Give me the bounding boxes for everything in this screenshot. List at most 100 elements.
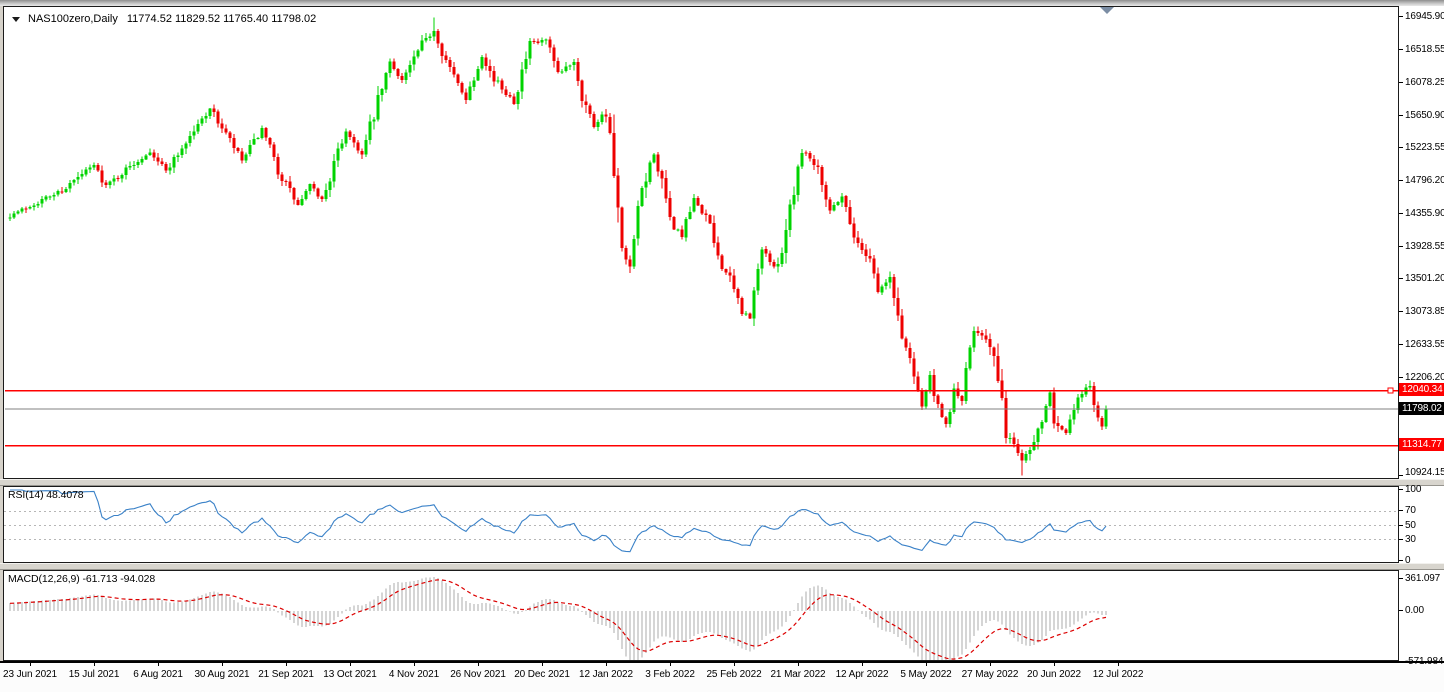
pane-separator[interactable] (0, 479, 1444, 486)
bear-candle (465, 93, 468, 100)
bull-candle (169, 167, 172, 170)
rsi-tick-label: 0 (1405, 555, 1410, 566)
line-drag-handle[interactable] (1388, 388, 1393, 393)
bull-candle (781, 253, 784, 264)
bear-candle (577, 62, 580, 81)
bear-candle (533, 41, 536, 42)
bull-candle (633, 239, 636, 267)
bear-candle (717, 243, 720, 256)
bear-candle (1093, 386, 1096, 405)
bull-candle (33, 206, 36, 208)
bull-candle (305, 191, 308, 199)
bull-candle (889, 277, 892, 283)
bull-candle (341, 144, 344, 149)
rsi-axis-tick (1399, 525, 1403, 526)
bull-candle (57, 191, 60, 195)
bear-candle (729, 273, 732, 276)
chart-shift-marker-icon[interactable] (1100, 7, 1114, 14)
price-axis-tick (1399, 246, 1403, 247)
bull-candle (205, 116, 208, 118)
date-axis-tick (414, 663, 415, 666)
hline-price-label[interactable]: 12040.34 (1399, 383, 1444, 396)
bear-candle (989, 339, 992, 347)
pane-separator[interactable] (0, 563, 1444, 570)
date-axis-tick (990, 663, 991, 666)
bear-candle (765, 249, 768, 253)
date-axis-tick (1118, 663, 1119, 666)
bear-candle (661, 171, 664, 178)
bear-candle (981, 333, 984, 335)
bull-candle (65, 189, 68, 192)
price-tick-label: 13928.55 (1405, 241, 1444, 252)
price-axis[interactable]: 16945.9016518.5516078.2515650.9015223.55… (1399, 0, 1444, 692)
date-axis-tick (30, 663, 31, 666)
price-tick-label: 13501.20 (1405, 273, 1444, 284)
time-axis[interactable]: 23 Jun 202115 Jul 20216 Aug 202130 Aug 2… (0, 661, 1444, 692)
bear-candle (849, 207, 852, 224)
bull-candle (189, 136, 192, 143)
bear-candle (513, 96, 516, 104)
bull-candle (881, 286, 884, 292)
bear-candle (241, 151, 244, 160)
bull-candle (209, 109, 212, 116)
hline-price-label[interactable]: 11314.77 (1399, 438, 1444, 451)
current-price-label[interactable]: 11798.02 (1399, 402, 1444, 415)
bear-candle (313, 184, 316, 188)
bull-candle (973, 331, 976, 347)
bull-candle (17, 211, 20, 213)
bear-candle (669, 198, 672, 217)
bear-candle (945, 417, 948, 424)
rsi-line (10, 490, 1106, 552)
rsi-axis-tick (1399, 489, 1403, 490)
bear-candle (1057, 423, 1060, 426)
bull-candle (149, 152, 152, 155)
candlestick-chart[interactable]: NAS100zero,Daily 11774.52 11829.52 11765… (3, 6, 1399, 479)
bear-candle (105, 183, 108, 186)
bear-candle (361, 151, 364, 155)
bear-candle (349, 131, 352, 136)
bear-candle (1021, 453, 1024, 460)
bear-candle (153, 152, 156, 157)
bull-candle (649, 163, 652, 182)
bull-candle (469, 87, 472, 100)
bull-candle (693, 198, 696, 212)
rsi-panel[interactable]: RSI(14) 48.4078 (3, 486, 1399, 563)
bear-candle (913, 358, 916, 376)
bull-candle (565, 67, 568, 72)
bear-candle (321, 196, 324, 198)
bull-candle (837, 202, 840, 205)
bear-candle (769, 253, 772, 262)
date-axis-tick (478, 663, 479, 666)
price-tick-label: 13073.85 (1405, 306, 1444, 317)
bear-candle (549, 40, 552, 48)
price-axis-tick (1399, 311, 1403, 312)
bear-candle (213, 109, 216, 112)
bull-candle (477, 69, 480, 81)
bear-candle (237, 148, 240, 151)
bear-candle (681, 229, 684, 237)
bear-candle (593, 114, 596, 127)
bear-candle (957, 388, 960, 396)
bull-candle (653, 154, 656, 162)
bear-candle (613, 133, 616, 176)
bull-candle (141, 159, 144, 162)
collapse-triangle-icon[interactable] (12, 17, 20, 22)
bull-candle (421, 41, 424, 51)
bear-candle (665, 178, 668, 198)
bear-candle (897, 298, 900, 316)
price-axis-tick (1399, 180, 1403, 181)
bull-candle (597, 122, 600, 127)
bull-candle (193, 131, 196, 135)
rsi-layer (4, 487, 1398, 562)
bear-candle (713, 223, 716, 243)
macd-panel[interactable]: MACD(12,26,9) -61.713 -94.028 (3, 570, 1399, 661)
date-axis-tick (670, 663, 671, 666)
date-axis-tick (350, 663, 351, 666)
bear-candle (721, 256, 724, 270)
date-axis-tick (158, 663, 159, 666)
bull-candle (425, 38, 428, 41)
date-axis-tick (542, 663, 543, 666)
macd-tick-label: 0.00 (1405, 605, 1424, 616)
bull-candle (337, 149, 340, 161)
macd-tick-label: 361.097 (1405, 573, 1440, 584)
